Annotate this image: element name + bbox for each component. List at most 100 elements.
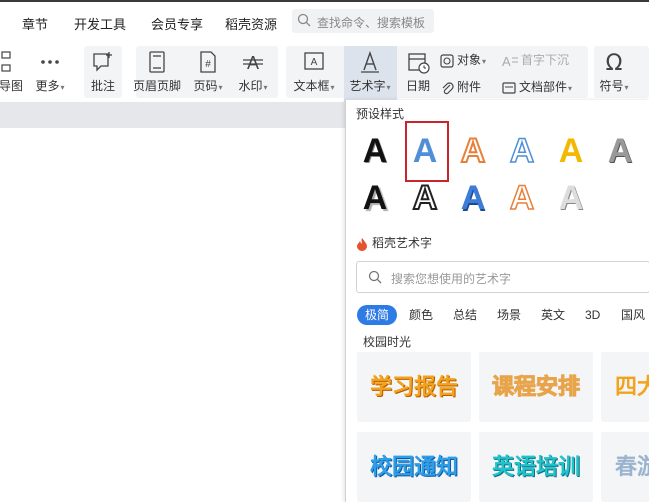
symbol-button[interactable]: Ω 符号▾ [596,50,632,94]
date-label: 日期 [405,79,430,93]
wordart-caret-icon: ▾ [386,83,391,92]
textbox-label: 文本框 [293,79,330,93]
svg-text:A: A [502,54,511,68]
textbox-caret-icon: ▾ [330,83,335,92]
wordart-template-tile[interactable]: 校园通知 [357,432,471,502]
tab-english[interactable]: 英文 [541,305,565,325]
wordart-template-tile[interactable]: 四大 [601,352,649,422]
more-label: 更多 [35,79,60,93]
more-button[interactable]: 更多▾ [32,50,68,94]
document-canvas[interactable] [0,128,345,502]
docer-wordart-label: 稻壳艺术字 [372,236,433,250]
menu-docer[interactable]: 稻壳资源 [225,14,277,33]
tab-3d[interactable]: 3D [585,305,600,325]
tile-text: 四大 [615,374,649,399]
preset-style-orange-outline[interactable]: A [453,131,493,171]
command-search-input[interactable]: 查找命令、搜索模板 [292,9,434,33]
menu-bar: 章节 开发工具 会员专享 稻壳资源 查找命令、搜索模板 [0,0,649,42]
textbox-icon: A [304,52,324,70]
search-icon [297,13,311,27]
menu-dev-tools[interactable]: 开发工具 [74,14,126,33]
preset-style-black[interactable]: A [355,131,395,171]
symbol-label: 符号 [599,79,624,93]
attachment-label: 附件 [457,80,482,94]
search-icon [368,270,382,284]
header-footer-button[interactable]: 页眉页脚 [132,50,182,94]
menu-chapter[interactable]: 章节 [22,14,48,33]
tile-text: 课程安排 [491,374,580,400]
preset-style-blue[interactable]: A [405,131,445,171]
wordart-button[interactable]: 艺术字▾ [345,50,395,94]
doc-parts-caret-icon: ▾ [568,84,573,93]
campus-time-label: 校园时光 [363,335,412,349]
wordart-template-tile[interactable]: 春游 [601,432,649,502]
wordart-template-tile[interactable]: 学习报告 [357,352,471,422]
object-button[interactable]: 对象▾ [440,51,486,68]
date-button[interactable]: 日期 [402,50,434,94]
tab-summary[interactable]: 总结 [453,305,477,325]
comment-label: 批注 [90,79,115,93]
watermark-button[interactable]: A 水印▾ [235,50,271,94]
wordart-label: 艺术字 [349,79,386,93]
symbol-caret-icon: ▾ [624,83,629,92]
preset-style-blue-outline[interactable]: A [502,131,542,171]
page-number-caret-icon: ▾ [218,83,223,92]
doc-parts-icon [502,82,516,94]
wordart-search-input[interactable]: 搜索您想使用的艺术字 [356,261,649,293]
command-search-placeholder: 查找命令、搜索模板 [317,16,426,30]
watermark-label: 水印 [238,79,263,93]
mindmap-button[interactable]: 导图 [0,50,24,94]
doc-parts-button[interactable]: 文档部件▾ [502,78,572,95]
wordart-icon [361,50,379,73]
mindmap-label: 导图 [0,79,23,93]
object-label: 对象 [457,53,482,67]
preset-style-black-shadow[interactable]: A [355,178,395,218]
dropcap-button[interactable]: A 首字下沉 [502,51,570,69]
calendar-icon [408,53,430,74]
watermark-caret-icon: ▾ [263,83,268,92]
wordart-template-tile[interactable]: 英语培训 [479,432,593,502]
tile-text: 春游 [615,454,649,479]
preset-style-blue-3d[interactable]: A [453,178,493,218]
header-footer-label: 页眉页脚 [132,79,181,93]
tile-text: 学习报告 [369,374,458,399]
tab-scene[interactable]: 场景 [497,305,521,325]
preset-style-light-gray[interactable]: A [551,178,591,218]
wordart-template-tile[interactable]: 课程安排 [479,352,593,422]
tab-color[interactable]: 颜色 [409,305,433,325]
page-number-label: 页码 [193,79,218,93]
preset-style-black-outline[interactable]: A [405,178,445,218]
preset-style-gold[interactable]: A [551,131,591,171]
tab-chinese-style[interactable]: 国风 [621,305,645,325]
tab-minimal[interactable]: 极简 [357,305,398,325]
menu-member[interactable]: 会员专享 [151,14,203,33]
textbox-button[interactable]: A 文本框▾ [289,50,339,94]
preset-style-silver[interactable]: A [600,131,640,171]
more-caret-icon: ▾ [60,83,65,92]
omega-icon: Ω [606,51,623,74]
preset-style-orange-thin[interactable]: A [502,178,542,218]
ribbon-toolbar: 导图 更多▾ 批注 页眉页脚 # 页码▾ A 水印▾ A 文本框▾ 艺术字▾ 日… [0,42,649,102]
tile-text: 校园通知 [369,454,458,479]
svg-text:Ω: Ω [606,51,623,74]
svg-text:A: A [311,57,318,68]
comment-button[interactable]: 批注 [86,50,120,94]
tile-text: 英语培训 [491,454,580,479]
paperclip-icon [442,82,454,94]
object-caret-icon: ▾ [482,57,487,66]
wordart-search-placeholder: 搜索您想使用的艺术字 [391,272,512,286]
docer-flame-icon [357,237,367,251]
watermark-icon: A [243,53,263,73]
wordart-dropdown-panel: 预设样式 A A A A A A A A A A A 稻壳艺术字 搜索您想使用的… [345,100,649,502]
title-strip [0,0,649,2]
dropcap-icon: A [502,54,518,69]
page-number-button[interactable]: # 页码▾ [190,50,226,94]
ellipsis-icon [41,60,59,64]
page-number-icon: # [200,51,216,73]
object-icon [440,54,454,68]
dropcap-label: 首字下沉 [521,53,570,67]
comment-icon [93,52,112,72]
attachment-button[interactable]: 附件 [440,78,481,95]
svg-text:#: # [205,59,211,70]
header-footer-icon [149,51,165,73]
